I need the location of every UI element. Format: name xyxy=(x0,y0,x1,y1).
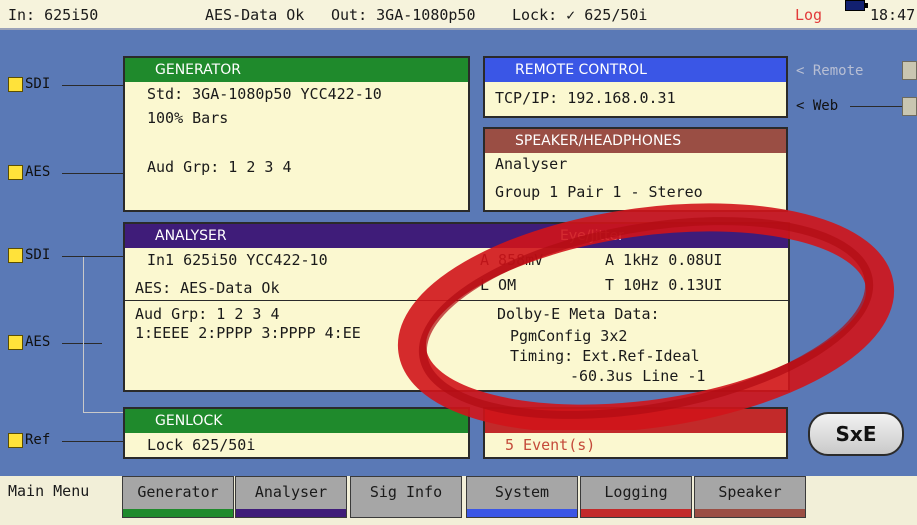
analyser-title: ANALYSER xyxy=(155,228,227,244)
tab-sig-info[interactable]: Sig Info xyxy=(350,476,462,518)
logging-panel[interactable]: 5 Event(s) xyxy=(483,407,788,459)
aes-in-port-icon[interactable] xyxy=(8,335,23,350)
genlock-lock: Lock 625/50i xyxy=(147,436,256,454)
speaker-title: SPEAKER/HEADPHONES xyxy=(485,129,786,153)
generator-std: Std: 3GA-1080p50 YCC422-10 xyxy=(147,85,382,103)
generator-panel[interactable]: GENERATOR Std: 3GA-1080p50 YCC422-10 100… xyxy=(123,56,470,212)
tab-speaker[interactable]: Speaker xyxy=(694,476,806,518)
web-connector-label: < Web xyxy=(796,98,839,114)
sxe-button[interactable]: SxE xyxy=(808,412,904,456)
tab-logging[interactable]: Logging xyxy=(580,476,692,518)
logging-events: 5 Event(s) xyxy=(505,436,596,454)
analyser-genlock-connector xyxy=(83,257,84,412)
generator-audio-groups: Aud Grp: 1 2 3 4 xyxy=(147,158,292,176)
dolby-title: Dolby-E Meta Data: xyxy=(497,305,660,323)
aes-out-label: AES xyxy=(25,164,51,180)
speaker-group: Group 1 Pair 1 - Stereo xyxy=(495,183,703,201)
analyser-aes-status: AES: AES-Data Ok xyxy=(135,279,280,297)
speaker-mode: Analyser xyxy=(495,155,568,173)
status-lock: Lock: ✓ 625/50i xyxy=(512,6,648,24)
remote-control-panel[interactable]: REMOTE CONTROL TCP/IP: 192.168.0.31 xyxy=(483,56,788,118)
analyser-level: L OM xyxy=(480,276,517,294)
analyser-panel[interactable]: ANALYSER Eye/Jitter In1 625i50 YCC422-10… xyxy=(123,222,790,392)
generator-pattern: 100% Bars xyxy=(147,109,229,127)
sdi-in-label: SDI xyxy=(25,247,51,263)
tab-generator-label: Generator xyxy=(137,483,219,501)
web-line xyxy=(850,106,902,107)
web-port-icon[interactable] xyxy=(902,97,917,116)
sdi-out-port-icon[interactable] xyxy=(8,77,23,92)
analyser-audio-groups: Aud Grp: 1 2 3 4 xyxy=(135,305,280,323)
tab-logging-accent xyxy=(581,509,691,517)
analyser-eye-jitter: Eye/Jitter xyxy=(560,228,624,244)
genlock-connector-line xyxy=(83,412,123,413)
tab-analyser[interactable]: Analyser xyxy=(235,476,347,518)
analyser-t-jitter: T 10Hz 0.13UI xyxy=(605,276,723,294)
remote-tcpip: TCP/IP: 192.168.0.31 xyxy=(495,89,676,107)
analyser-title-bar: ANALYSER Eye/Jitter xyxy=(125,224,788,248)
tab-sig-info-label: Sig Info xyxy=(369,483,443,501)
dolby-timing-value: -60.3us Line -1 xyxy=(570,367,706,385)
tab-generator[interactable]: Generator xyxy=(122,476,234,518)
tab-sig-info-accent xyxy=(351,509,461,517)
sdi-in-line xyxy=(62,256,123,257)
ref-port-icon[interactable] xyxy=(8,433,23,448)
genlock-panel[interactable]: GENLOCK Lock 625/50i xyxy=(123,407,470,459)
analyser-divider xyxy=(125,300,788,301)
tab-analyser-label: Analyser xyxy=(254,483,328,501)
remote-connector-label: < Remote xyxy=(796,63,864,79)
main-menu-label: Main Menu xyxy=(8,482,90,500)
genlock-title: GENLOCK xyxy=(125,409,468,433)
status-input: In: 625i50 xyxy=(8,6,99,24)
speaker-headphones-panel[interactable]: SPEAKER/HEADPHONES Analyser Group 1 Pair… xyxy=(483,127,788,212)
tab-speaker-accent xyxy=(695,509,805,517)
analyser-amplitude: A 858mV xyxy=(480,251,544,269)
dolby-timing: Timing: Ext.Ref-Ideal xyxy=(510,347,700,365)
analyser-a-jitter: A 1kHz 0.08UI xyxy=(605,251,723,269)
logging-title-bar xyxy=(485,409,786,433)
sdi-out-label: SDI xyxy=(25,76,51,92)
status-aes: AES-Data Ok xyxy=(205,6,305,24)
aes-in-line xyxy=(62,343,102,344)
aes-in-label: AES xyxy=(25,334,51,350)
main-menu-bar: Main Menu Generator Analyser Sig Info Sy… xyxy=(0,476,917,525)
tab-system-accent xyxy=(467,509,577,517)
generator-title: GENERATOR xyxy=(125,58,468,82)
tab-generator-accent xyxy=(123,509,233,517)
battery-icon xyxy=(845,0,868,11)
aes-out-port-icon[interactable] xyxy=(8,165,23,180)
remote-control-title: REMOTE CONTROL xyxy=(485,58,786,82)
tab-logging-label: Logging xyxy=(604,483,668,501)
tab-speaker-label: Speaker xyxy=(718,483,782,501)
analyser-input: In1 625i50 YCC422-10 xyxy=(147,251,328,269)
status-time: 18:47 xyxy=(870,6,916,24)
tab-analyser-accent xyxy=(236,509,346,517)
sdi-in-port-icon[interactable] xyxy=(8,248,23,263)
status-log[interactable]: Log xyxy=(795,0,822,30)
dolby-pgmconfig: PgmConfig 3x2 xyxy=(510,327,628,345)
analyser-audio-status: 1:EEEE 2:PPPP 3:PPPP 4:EE xyxy=(135,324,361,342)
status-bar: In: 625i50 AES-Data Ok Out: 3GA-1080p50 … xyxy=(0,0,917,30)
sdi-out-line xyxy=(62,85,123,86)
ref-label: Ref xyxy=(25,432,51,448)
tab-system[interactable]: System xyxy=(466,476,578,518)
status-output: Out: 3GA-1080p50 xyxy=(331,6,476,24)
ref-line xyxy=(62,441,123,442)
remote-port-icon[interactable] xyxy=(902,61,917,80)
tab-system-label: System xyxy=(494,483,550,501)
aes-out-line xyxy=(62,173,123,174)
